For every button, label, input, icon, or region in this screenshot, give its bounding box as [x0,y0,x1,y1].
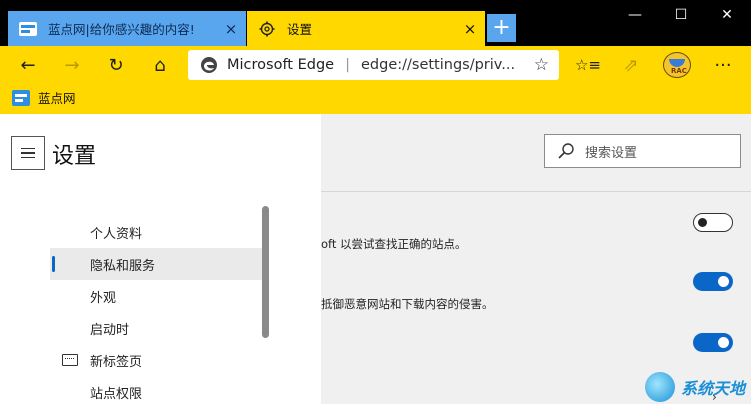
refresh-button[interactable]: ↻ [99,49,133,81]
sidebar-item-label: 个人资料 [90,226,143,242]
header-divider [321,191,751,192]
favorite-bluedot[interactable]: 蓝点网 [12,88,76,107]
chevron-right-icon[interactable]: › [712,390,717,404]
setting-description: oft 以尝试查找正确的站点。 [321,237,467,251]
new-tab-button[interactable]: + [487,14,516,42]
sidebar-item-label: 新标签页 [90,354,143,370]
forward-button[interactable]: → [55,49,89,81]
title-bar: 蓝点网|给你感兴趣的内容! × 设置 × + — ☐ ✕ [0,0,751,46]
tab-title: 蓝点网|给你感兴趣的内容! [48,22,195,37]
favorites-list-button[interactable]: ☆≡ [571,49,605,81]
edge-logo-icon [201,57,217,73]
sidebar-item-label: 启动时 [90,322,130,338]
star-icon[interactable]: ☆ [534,55,549,75]
close-tab-icon[interactable]: × [216,20,246,38]
page-title: 设置 [52,144,97,169]
search-icon [558,143,574,159]
sidebar-scrollbar[interactable] [262,206,269,338]
sidebar-item-label: 隐私和服务 [90,258,156,274]
share-button[interactable]: ⇗ [614,49,648,81]
sidebar-item-site-permissions[interactable]: 站点权限 [50,376,264,404]
sidebar-item-profile[interactable]: 个人资料 [50,216,264,248]
more-button[interactable]: ··· [706,49,740,81]
address-divider: | [345,57,350,73]
sidebar-item-new-tab[interactable]: 新标签页 [50,344,264,376]
favorites-bar: 蓝点网 [0,84,751,114]
sidebar-item-label: 外观 [90,290,117,306]
sidebar-item-startup[interactable]: 启动时 [50,312,264,344]
url-text[interactable]: edge://settings/priv... [361,57,515,73]
toggle-switch-on[interactable] [693,272,733,291]
avatar-face [669,59,685,67]
search-input[interactable]: 搜索设置 [544,134,741,168]
settings-page: 设置 个人资料 隐私和服务 外观 启动时 新标签页 站点权限 搜索设置 oft … [0,114,751,404]
back-button[interactable]: ← [11,49,45,81]
toggle-switch-on[interactable] [693,333,733,352]
tab-title: 设置 [287,22,313,37]
new-tab-page-icon [62,354,78,366]
bluedot-site-icon [18,21,38,37]
sidebar-item-appearance[interactable]: 外观 [50,280,264,312]
watermark-logo: 系统天地 [645,372,745,402]
sidebar-item-label: 站点权限 [90,386,143,402]
tab-bluedot[interactable]: 蓝点网|给你感兴趣的内容! × [8,11,246,46]
avatar[interactable]: RAC [663,52,691,78]
home-button[interactable]: ⌂ [143,49,177,81]
bluedot-site-icon [12,89,30,106]
maximize-button[interactable]: ☐ [658,0,704,32]
toolbar: ← → ↻ ⌂ Microsoft Edge | edge://settings… [0,46,751,84]
toggle-switch-off[interactable] [693,213,733,232]
watermark-globe-icon [645,372,675,402]
tab-settings[interactable]: 设置 × [247,11,485,46]
close-window-button[interactable]: ✕ [704,0,750,32]
active-indicator [52,256,55,272]
settings-sidebar: 设置 个人资料 隐私和服务 外观 启动时 新标签页 站点权限 [0,114,321,404]
address-bar[interactable]: Microsoft Edge | edge://settings/priv...… [188,50,559,80]
close-tab-icon[interactable]: × [455,20,485,38]
sidebar-item-privacy[interactable]: 隐私和服务 [50,248,264,280]
avatar-tag: RAC [671,67,687,75]
search-placeholder: 搜索设置 [585,145,638,161]
hamburger-menu-button[interactable] [11,136,45,170]
setting-description: 抵御恶意网站和下载内容的侵害。 [321,297,494,311]
favorite-label: 蓝点网 [38,91,76,106]
site-name: Microsoft Edge [227,57,335,73]
gear-icon [257,21,277,37]
minimize-button[interactable]: — [612,0,658,32]
